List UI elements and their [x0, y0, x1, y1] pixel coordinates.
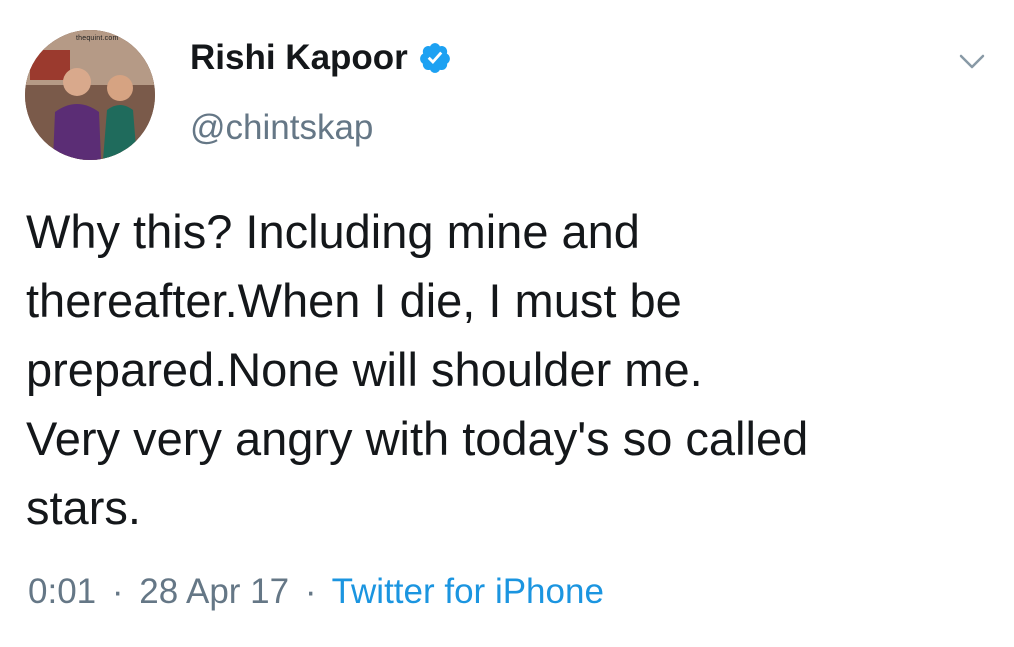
author-name-row[interactable]: Rishi Kapoor [190, 38, 452, 78]
tweet-time[interactable]: 0:01 [28, 572, 96, 611]
author-handle[interactable]: @chintskap [190, 108, 373, 148]
meta-separator: · [304, 572, 317, 611]
avatar-photo [25, 30, 155, 160]
avatar-watermark: thequint.com [76, 35, 119, 42]
chevron-down-icon[interactable] [958, 52, 986, 72]
tweet-text-line: prepared.None will shoulder me. [26, 343, 703, 396]
tweet-source-link[interactable]: Twitter for iPhone [332, 572, 604, 611]
tweet-text-line: stars. [26, 481, 141, 534]
meta-separator: · [111, 572, 124, 611]
author-name[interactable]: Rishi Kapoor [190, 38, 408, 78]
avatar[interactable] [25, 30, 155, 160]
tweet-meta: 0:01 · 28 Apr 17 · Twitter for iPhone [28, 572, 604, 612]
tweet-text-line: Very very angry with today's so called [26, 412, 809, 465]
tweet-text-line: thereafter.When I die, I must be [26, 274, 682, 327]
verified-badge-icon [419, 43, 450, 73]
tweet-date[interactable]: 28 Apr 17 [139, 572, 289, 611]
tweet-text: Why this? Including mine and thereafter.… [26, 197, 986, 542]
tweet-text-line: Why this? Including mine and [26, 205, 640, 258]
